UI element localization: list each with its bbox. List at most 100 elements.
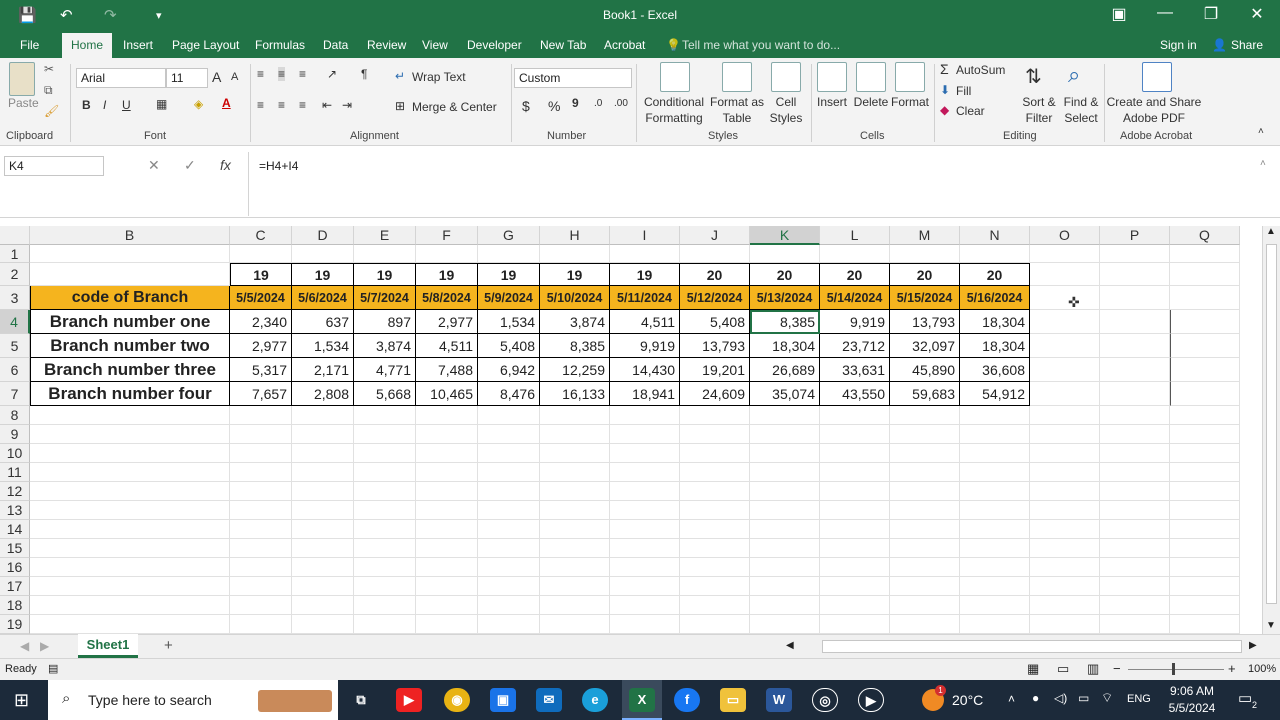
cell[interactable] — [610, 615, 680, 634]
cell[interactable] — [1100, 539, 1170, 558]
format-cells-button[interactable]: Format — [888, 95, 932, 109]
cell[interactable] — [750, 501, 820, 520]
cell[interactable] — [1170, 558, 1240, 577]
sign-in-link[interactable]: Sign in — [1160, 38, 1197, 52]
cell[interactable] — [416, 501, 478, 520]
value-cell[interactable]: 5,408 — [478, 334, 540, 358]
paste-button[interactable]: Paste — [8, 96, 39, 110]
cell[interactable] — [416, 596, 478, 615]
share-button[interactable]: Share — [1231, 38, 1263, 52]
cell[interactable] — [750, 558, 820, 577]
cell[interactable] — [230, 596, 292, 615]
cell[interactable] — [292, 444, 354, 463]
cell[interactable] — [30, 245, 230, 263]
cell[interactable] — [680, 596, 750, 615]
value-cell[interactable]: 23,712 — [820, 334, 890, 358]
cell[interactable] — [680, 444, 750, 463]
cell[interactable] — [680, 425, 750, 444]
week-number-cell[interactable]: 19 — [230, 263, 292, 286]
cell[interactable] — [230, 501, 292, 520]
hscroll-right-icon[interactable]: ▶ — [1249, 640, 1257, 651]
cell-styles-icon[interactable] — [771, 62, 801, 92]
cell[interactable] — [960, 558, 1030, 577]
column-header-j[interactable]: J — [680, 226, 750, 245]
cell[interactable] — [1170, 539, 1240, 558]
cell[interactable] — [292, 520, 354, 539]
cell[interactable] — [1030, 444, 1100, 463]
row-header-13[interactable]: 13 — [0, 501, 30, 520]
cell[interactable] — [960, 539, 1030, 558]
cell[interactable] — [1170, 406, 1240, 425]
cell[interactable] — [30, 482, 230, 501]
cell[interactable] — [1030, 334, 1100, 358]
font-size-select[interactable]: 11 — [166, 68, 208, 88]
paste-icon[interactable] — [9, 62, 35, 96]
cell[interactable] — [680, 463, 750, 482]
add-sheet-button[interactable]: + — [164, 637, 173, 654]
cell[interactable] — [750, 406, 820, 425]
cell[interactable] — [680, 558, 750, 577]
hscroll-left-icon[interactable]: ◀ — [786, 640, 794, 651]
date-header-cell[interactable]: 5/7/2024 — [354, 286, 416, 310]
date-header-cell[interactable]: 5/12/2024 — [680, 286, 750, 310]
cell[interactable] — [960, 596, 1030, 615]
cell[interactable] — [292, 596, 354, 615]
cell[interactable] — [540, 463, 610, 482]
cell[interactable] — [820, 596, 890, 615]
align-center-icon[interactable]: ≡ — [278, 98, 285, 112]
cell-styles-label-1[interactable]: Cell — [764, 95, 808, 109]
value-cell[interactable]: 7,657 — [230, 382, 292, 406]
cell[interactable] — [750, 425, 820, 444]
cell[interactable] — [1100, 334, 1170, 358]
cell[interactable] — [1030, 615, 1100, 634]
insert-cells-icon[interactable] — [817, 62, 847, 92]
cell[interactable] — [820, 501, 890, 520]
cell[interactable] — [1100, 263, 1170, 286]
cell[interactable] — [1030, 577, 1100, 596]
cell[interactable] — [478, 577, 540, 596]
tell-me-box[interactable]: Tell me what you want to do... — [682, 38, 840, 52]
cell[interactable] — [478, 558, 540, 577]
active-cell-k4[interactable]: 8,385 — [750, 310, 820, 334]
value-cell[interactable]: 45,890 — [890, 358, 960, 382]
chrome-icon[interactable]: ◉ — [444, 688, 470, 712]
language-indicator[interactable]: ENG — [1127, 693, 1151, 705]
cell[interactable] — [478, 245, 540, 263]
create-pdf-label-2[interactable]: Adobe PDF — [1106, 111, 1202, 125]
cell[interactable] — [1170, 482, 1240, 501]
cell[interactable] — [1100, 577, 1170, 596]
cell[interactable] — [416, 425, 478, 444]
column-header-o[interactable]: O — [1030, 226, 1100, 245]
scroll-up-icon[interactable]: ▲ — [1266, 226, 1276, 237]
next-sheet-icon[interactable]: ▶ — [40, 639, 49, 653]
cell[interactable] — [30, 444, 230, 463]
value-cell[interactable]: 13,793 — [680, 334, 750, 358]
cell[interactable] — [478, 482, 540, 501]
column-header-f[interactable]: F — [416, 226, 478, 245]
cell[interactable] — [890, 558, 960, 577]
cell[interactable] — [890, 444, 960, 463]
cell[interactable] — [1100, 406, 1170, 425]
value-cell[interactable]: 4,511 — [610, 310, 680, 334]
cell[interactable] — [1170, 286, 1240, 310]
week-number-cell[interactable]: 19 — [478, 263, 540, 286]
cell[interactable] — [1030, 425, 1100, 444]
week-number-cell[interactable]: 20 — [750, 263, 820, 286]
column-header-l[interactable]: L — [820, 226, 890, 245]
collapse-ribbon-icon[interactable]: ˄ — [1258, 126, 1264, 137]
zoom-slider-thumb[interactable] — [1172, 663, 1175, 675]
horizontal-scroll-thumb[interactable] — [822, 640, 1242, 653]
row-header-18[interactable]: 18 — [0, 596, 30, 615]
cut-icon[interactable]: ✂ — [44, 62, 54, 76]
cell[interactable] — [354, 596, 416, 615]
cell[interactable] — [1170, 245, 1240, 263]
weather-temp[interactable]: 20°C — [952, 692, 983, 708]
column-header-e[interactable]: E — [354, 226, 416, 245]
align-left-icon[interactable]: ≡ — [257, 98, 264, 112]
cell[interactable] — [30, 406, 230, 425]
cell[interactable] — [540, 539, 610, 558]
cell[interactable] — [540, 596, 610, 615]
date-header-cell[interactable]: 5/13/2024 — [750, 286, 820, 310]
create-pdf-label-1[interactable]: Create and Share — [1106, 95, 1202, 109]
cell[interactable] — [230, 444, 292, 463]
